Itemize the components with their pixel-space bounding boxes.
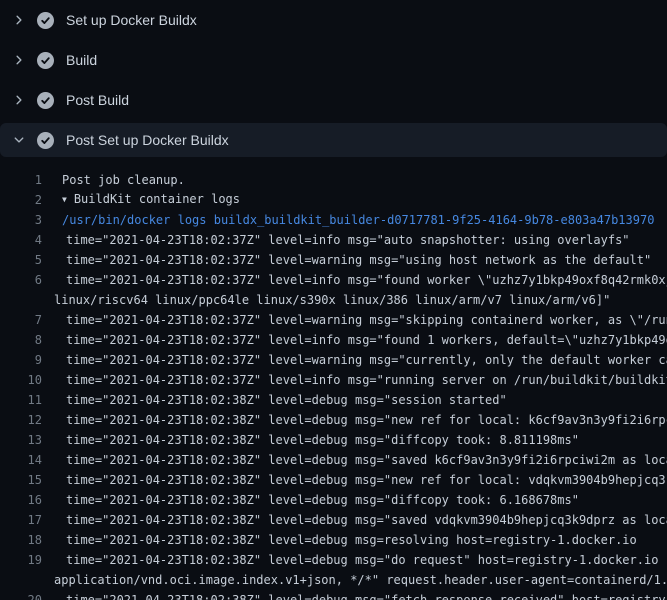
step-label: Post Set up Docker Buildx [66,132,229,148]
check-circle-icon [37,92,54,109]
log-row: 4 time="2021-04-23T18:02:37Z" level=info… [0,230,667,250]
log-row: 20 time="2021-04-23T18:02:38Z" level=deb… [0,590,667,600]
log-row: 13 time="2021-04-23T18:02:38Z" level=deb… [0,430,667,450]
log-row: 18 time="2021-04-23T18:02:38Z" level=deb… [0,530,667,550]
chevron-right-icon [13,54,32,66]
log-line-text: time="2021-04-23T18:02:37Z" level=info m… [66,270,667,290]
step-label: Set up Docker Buildx [66,12,197,28]
step-label: Post Build [66,92,129,108]
group-toggle-triangle-icon: ▼ [62,190,67,210]
log-row: 19 time="2021-04-23T18:02:38Z" level=deb… [0,550,667,570]
log-row: 10 time="2021-04-23T18:02:37Z" level=inf… [0,370,667,390]
check-circle-icon [37,12,54,29]
log-line-text: linux/riscv64 linux/ppc64le linux/s390x … [54,290,610,310]
log-row: 9 time="2021-04-23T18:02:37Z" level=warn… [0,350,667,370]
log-row: linux/riscv64 linux/ppc64le linux/s390x … [0,290,667,310]
log-row: 7 time="2021-04-23T18:02:37Z" level=warn… [0,310,667,330]
log-line-text: ▼ BuildKit container logs [62,190,240,210]
log-line-text: time="2021-04-23T18:02:38Z" level=debug … [66,470,667,490]
log-line-text: time="2021-04-23T18:02:38Z" level=debug … [66,450,667,470]
log-line-number[interactable]: 2 [0,190,42,210]
log-line-text: application/vnd.oci.image.index.v1+json,… [54,570,667,590]
chevron-right-icon [13,94,32,106]
log-row: 11 time="2021-04-23T18:02:38Z" level=deb… [0,390,667,410]
log-line-text: time="2021-04-23T18:02:37Z" level=info m… [66,230,630,250]
log-line-number[interactable]: 1 [0,170,42,190]
step-list: Set up Docker Buildx Build Post Build Po… [0,0,667,157]
log-row: 6 time="2021-04-23T18:02:37Z" level=info… [0,270,667,290]
step-row-3[interactable]: Post Set up Docker Buildx [0,123,667,157]
log-line-text: time="2021-04-23T18:02:37Z" level=warnin… [66,310,667,330]
log-line-text: time="2021-04-23T18:02:38Z" level=debug … [66,430,579,450]
check-circle-icon [37,52,54,69]
log-line-number[interactable]: 13 [0,430,42,450]
log-line-number[interactable]: 12 [0,410,42,430]
chevron-right-icon [13,14,32,26]
log-line-text: time="2021-04-23T18:02:37Z" level=info m… [66,370,667,390]
log-area: 1 Post job cleanup. 2 ▼ BuildKit containe… [0,160,667,600]
log-line-number[interactable]: 4 [0,230,42,250]
log-line-text: time="2021-04-23T18:02:38Z" level=debug … [66,590,667,600]
log-group-label: BuildKit container logs [74,192,240,206]
log-row: 8 time="2021-04-23T18:02:37Z" level=info… [0,330,667,350]
log-line-number[interactable]: 18 [0,530,42,550]
log-line-text: Post job cleanup. [62,170,185,190]
log-row: application/vnd.oci.image.index.v1+json,… [0,570,667,590]
log-line-number[interactable]: 3 [0,210,42,230]
log-line-number[interactable]: 5 [0,250,42,270]
log-line-number[interactable]: 8 [0,330,42,350]
log-row: 12 time="2021-04-23T18:02:38Z" level=deb… [0,410,667,430]
log-line-text: time="2021-04-23T18:02:37Z" level=warnin… [66,350,667,370]
log-line-number[interactable]: 17 [0,510,42,530]
log-line-number[interactable]: 6 [0,270,42,290]
log-line-number[interactable]: 14 [0,450,42,470]
step-label: Build [66,52,97,68]
log-row: 15 time="2021-04-23T18:02:38Z" level=deb… [0,470,667,490]
log-line-number[interactable]: 15 [0,470,42,490]
log-line-text: time="2021-04-23T18:02:38Z" level=debug … [66,510,667,530]
log-line-text: time="2021-04-23T18:02:38Z" level=debug … [66,490,579,510]
chevron-down-icon [13,134,32,146]
actions-log-viewer: Set up Docker Buildx Build Post Build Po… [0,0,667,600]
log-line-number[interactable]: 10 [0,370,42,390]
log-line-text: /usr/bin/docker logs buildx_buildkit_bui… [62,210,654,230]
log-line-number[interactable]: 19 [0,550,42,570]
log-line-text: time="2021-04-23T18:02:37Z" level=warnin… [66,250,651,270]
log-line-number[interactable]: 9 [0,350,42,370]
step-row-0[interactable]: Set up Docker Buildx [0,0,667,40]
log-row[interactable]: 2 ▼ BuildKit container logs [0,190,667,210]
log-line-number[interactable]: 7 [0,310,42,330]
check-circle-icon [37,132,54,149]
step-row-2[interactable]: Post Build [0,80,667,120]
log-row: 1 Post job cleanup. [0,170,667,190]
log-line-text: time="2021-04-23T18:02:38Z" level=debug … [66,390,507,410]
log-row: 3 /usr/bin/docker logs buildx_buildkit_b… [0,210,667,230]
log-row: 14 time="2021-04-23T18:02:38Z" level=deb… [0,450,667,470]
log-line-text: time="2021-04-23T18:02:38Z" level=debug … [66,550,667,570]
log-line-number[interactable]: 16 [0,490,42,510]
log-row: 16 time="2021-04-23T18:02:38Z" level=deb… [0,490,667,510]
log-line-text: time="2021-04-23T18:02:38Z" level=debug … [66,410,667,430]
step-row-1[interactable]: Build [0,40,667,80]
log-line-text: time="2021-04-23T18:02:37Z" level=info m… [66,330,667,350]
log-line-number[interactable]: 20 [0,590,42,600]
log-row: 17 time="2021-04-23T18:02:38Z" level=deb… [0,510,667,530]
log-row: 5 time="2021-04-23T18:02:37Z" level=warn… [0,250,667,270]
log-line-text: time="2021-04-23T18:02:38Z" level=debug … [66,530,637,550]
log-line-number[interactable]: 11 [0,390,42,410]
